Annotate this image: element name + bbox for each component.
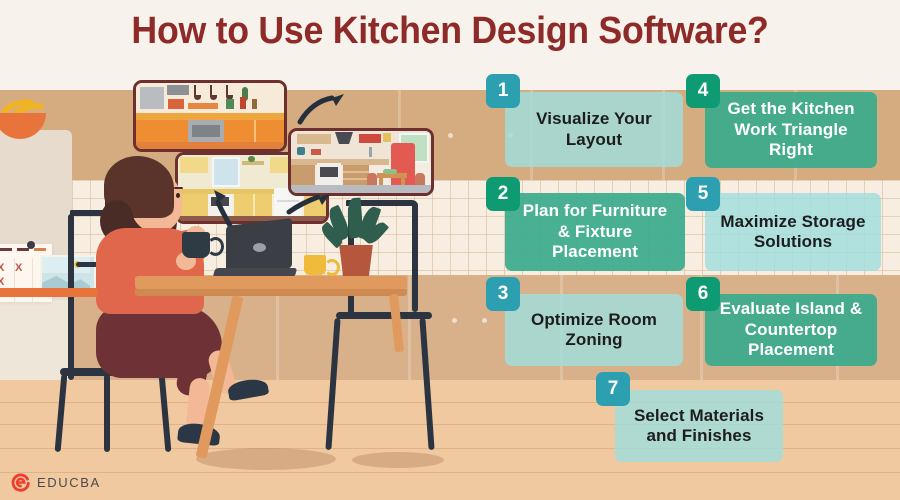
step-box-4[interactable]: Get the Kitchen Work Triangle Right (705, 92, 877, 168)
floor-shadow (196, 448, 336, 470)
step-badge-1: 1 (486, 74, 520, 108)
cabinet-seam (408, 275, 411, 380)
cabinet-knob (482, 318, 487, 323)
step-box-5[interactable]: Maximize Storage Solutions (705, 193, 881, 271)
step-badge-5: 5 (686, 177, 720, 211)
cabinet-knob (448, 133, 453, 138)
counter-edge (0, 288, 98, 297)
floor-plank-line (0, 472, 900, 473)
calendar-header (0, 248, 12, 251)
kitchen-preview-card-1 (133, 80, 287, 152)
step-badge-4: 4 (686, 74, 720, 108)
floor-shadow (352, 452, 444, 468)
step-box-3[interactable]: Optimize Room Zoning (505, 294, 683, 366)
table-icon (135, 276, 407, 289)
step-box-1[interactable]: Visualize Your Layout (505, 92, 683, 167)
infographic-canvas: X X X How to Use Kitchen Design Software… (0, 0, 900, 500)
educba-logo-icon (10, 472, 30, 492)
step-badge-3: 3 (486, 277, 520, 311)
page-title: How to Use Kitchen Design Software? (131, 10, 769, 52)
step-box-6[interactable]: Evaluate Island & Countertop Placement (705, 294, 877, 366)
chair-leg (68, 214, 74, 380)
calendar-header (17, 248, 29, 251)
chair-leg (412, 202, 418, 312)
kitchen-preview-card-3 (288, 128, 434, 196)
yellow-mug-icon (304, 255, 326, 275)
cabinet-knob (452, 318, 457, 323)
step-box-7[interactable]: Select Materials and Finishes (615, 390, 783, 462)
calendar-header (34, 248, 46, 251)
chair-seat (336, 312, 432, 319)
step-badge-7: 7 (596, 372, 630, 406)
coffee-mug-icon (182, 232, 210, 258)
educba-logo-text: EDUCBA (37, 474, 101, 490)
step-badge-6: 6 (686, 277, 720, 311)
chair-leg (104, 374, 110, 452)
step-badge-2: 2 (486, 177, 520, 211)
educba-logo[interactable]: EDUCBA (10, 472, 101, 492)
step-box-2[interactable]: Plan for Furniture & Fixture Placement (505, 193, 685, 271)
